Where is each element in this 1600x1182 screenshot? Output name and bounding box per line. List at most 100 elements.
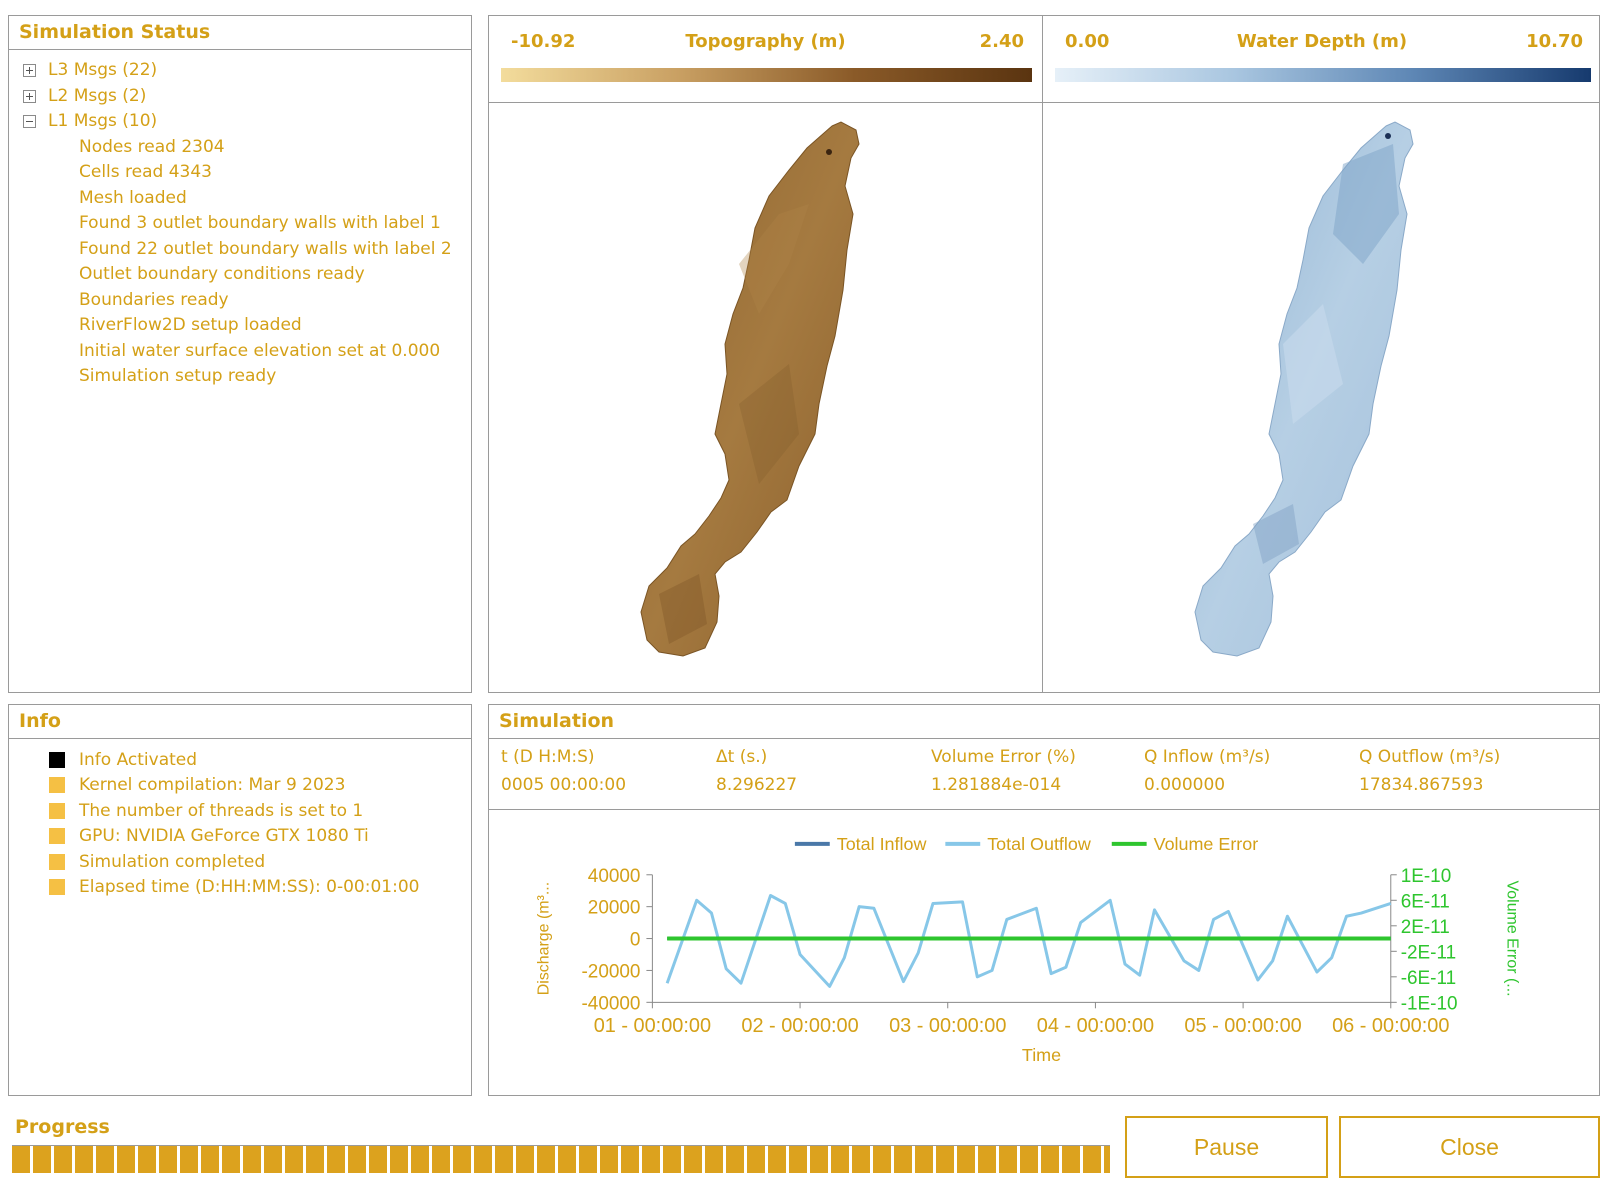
info-status-icon xyxy=(49,879,65,896)
info-item-text: Elapsed time (D:HH:MM:SS): 0-00:01:00 xyxy=(79,877,420,898)
x-tick-label: 02 - 00:00:00 xyxy=(741,1015,858,1037)
tree-message[interactable]: Boundaries ready xyxy=(9,288,471,314)
x-tick-label: 05 - 00:00:00 xyxy=(1184,1015,1301,1037)
progress-fill xyxy=(12,1146,1110,1173)
topography-color-ramp xyxy=(501,68,1032,82)
y-axis-title: Discharge (m³... xyxy=(536,882,553,995)
water-depth-title: Water Depth (m) xyxy=(1236,31,1408,52)
water-depth-view: 0.00 Water Depth (m) 10.70 xyxy=(1043,16,1599,692)
y-tick-label: -20000 xyxy=(581,961,640,982)
info-status-icon xyxy=(49,777,65,794)
y-tick-label: -40000 xyxy=(581,993,640,1014)
simulation-status-panel: Simulation Status L3 Msgs (22) L2 Msgs (… xyxy=(8,15,472,693)
topography-title: Topography (m) xyxy=(685,31,846,52)
info-status-icon xyxy=(49,828,65,845)
discharge-chart[interactable]: 40000 20000 0 -20000 -40000 1E-10 6E-11 2E-11 -2… xyxy=(489,811,1599,1095)
topography-view: -10.92 Topography (m) 2.40 xyxy=(489,16,1043,692)
tree-message[interactable]: RiverFlow2D setup loaded xyxy=(9,313,471,339)
pause-button[interactable]: Pause xyxy=(1125,1116,1328,1178)
topography-legend: -10.92 Topography (m) 2.40 xyxy=(489,16,1042,103)
info-item[interactable]: Info Activated xyxy=(9,747,471,773)
legend-label: Volume Error xyxy=(1154,834,1259,854)
info-item[interactable]: Elapsed time (D:HH:MM:SS): 0-00:01:00 xyxy=(9,875,471,901)
tree-message[interactable]: Found 22 outlet boundary walls with labe… xyxy=(9,237,471,263)
x-tick-label: 06 - 00:00:00 xyxy=(1332,1015,1449,1037)
close-button[interactable]: Close xyxy=(1339,1116,1600,1178)
tree-group-l3[interactable]: L3 Msgs (22) xyxy=(9,58,471,84)
legend-label: Total Outflow xyxy=(987,834,1091,854)
legend-label: Total Inflow xyxy=(837,834,927,854)
simulation-title: Simulation xyxy=(489,705,1599,739)
series-line-total-outflow xyxy=(665,894,1392,988)
y2-tick-label: -6E-11 xyxy=(1401,968,1456,989)
y-tick-label: 20000 xyxy=(588,898,641,919)
stat-q-inflow-header: Q Inflow (m³/s) xyxy=(1144,747,1271,767)
info-list[interactable]: Info Activated Kernel compilation: Mar 9… xyxy=(9,739,471,900)
expand-plus-icon[interactable] xyxy=(23,89,36,103)
tree-message[interactable]: Mesh loaded xyxy=(9,186,471,212)
water-depth-color-ramp xyxy=(1055,68,1591,82)
tree-group-l1[interactable]: L1 Msgs (10) xyxy=(9,109,471,135)
tree-message[interactable]: Found 3 outlet boundary walls with label… xyxy=(9,211,471,237)
tree-group-l2[interactable]: L2 Msgs (2) xyxy=(9,84,471,110)
stat-q-outflow-header: Q Outflow (m³/s) xyxy=(1359,747,1501,767)
info-status-icon xyxy=(49,802,65,819)
info-item-text: The number of threads is set to 1 xyxy=(79,800,364,821)
simulation-stats: t (D H:M:S) 0005 00:00:00 Δt (s.) 8.2962… xyxy=(489,739,1599,810)
info-item-text: Info Activated xyxy=(79,749,198,770)
tree-message[interactable]: Outlet boundary conditions ready xyxy=(9,262,471,288)
info-panel: Info Info Activated Kernel compilation: … xyxy=(8,704,472,1096)
y2-tick-label: 1E-10 xyxy=(1401,866,1452,887)
topography-map-shape xyxy=(640,121,860,657)
x-axis-title: Time xyxy=(1022,1045,1061,1065)
stat-dt-value: 8.296227 xyxy=(716,775,798,795)
info-item-text: Kernel compilation: Mar 9 2023 xyxy=(79,775,346,796)
topography-max: 2.40 xyxy=(979,31,1024,52)
tree-group-label: L3 Msgs (22) xyxy=(48,60,158,80)
tree-group-label: L2 Msgs (2) xyxy=(48,85,147,106)
tree-message[interactable]: Initial water surface elevation set at 0… xyxy=(9,339,471,365)
info-item[interactable]: Simulation completed xyxy=(9,849,471,875)
stat-volume-error-value: 1.281884e-014 xyxy=(931,775,1062,795)
collapse-minus-icon[interactable] xyxy=(23,115,36,129)
stat-time-value: 0005 00:00:00 xyxy=(501,775,627,795)
water-depth-max: 10.70 xyxy=(1526,31,1583,52)
water-depth-legend: 0.00 Water Depth (m) 10.70 xyxy=(1043,16,1599,103)
info-item[interactable]: GPU: NVIDIA GeForce GTX 1080 Ti xyxy=(9,824,471,850)
info-item[interactable]: Kernel compilation: Mar 9 2023 xyxy=(9,773,471,799)
info-status-icon xyxy=(49,853,65,870)
tree-group-label: L1 Msgs (10) xyxy=(48,111,158,131)
y2-tick-label: -2E-11 xyxy=(1401,942,1456,963)
stat-dt-header: Δt (s.) xyxy=(716,747,768,767)
y-tick-label: 40000 xyxy=(588,866,641,887)
x-tick-label: 01 - 00:00:00 xyxy=(594,1015,711,1037)
simulation-panel: Simulation t (D H:M:S) 0005 00:00:00 Δt … xyxy=(488,704,1600,1096)
stat-volume-error-header: Volume Error (%) xyxy=(931,747,1076,767)
y2-tick-label: -1E-10 xyxy=(1401,993,1458,1014)
tree-message[interactable]: Nodes read 2304 xyxy=(9,135,471,161)
maps-panel: -10.92 Topography (m) 2.40 0.00 Water De… xyxy=(488,15,1600,693)
simulation-status-title: Simulation Status xyxy=(9,16,471,50)
y2-tick-label: 2E-11 xyxy=(1401,917,1450,938)
y2-tick-label: 6E-11 xyxy=(1401,891,1450,912)
expand-plus-icon[interactable] xyxy=(23,64,36,78)
stat-time-header: t (D H:M:S) xyxy=(501,747,595,767)
tree-message[interactable]: Simulation setup ready xyxy=(9,364,471,390)
y-tick-label: 0 xyxy=(630,930,641,951)
info-title: Info xyxy=(9,705,471,739)
progress-label: Progress xyxy=(15,1116,110,1138)
info-item-text: GPU: NVIDIA GeForce GTX 1080 Ti xyxy=(79,826,369,847)
tree-message[interactable]: Cells read 4343 xyxy=(9,160,471,186)
stat-q-inflow-value: 0.000000 xyxy=(1144,775,1226,795)
water-depth-map-shape xyxy=(1194,121,1414,657)
stat-q-outflow-value: 17834.867593 xyxy=(1359,775,1484,795)
water-depth-map[interactable] xyxy=(1043,104,1599,692)
info-item-text: Simulation completed xyxy=(79,851,266,872)
topography-map[interactable] xyxy=(489,104,1042,692)
info-status-icon xyxy=(49,751,65,768)
x-tick-label: 03 - 00:00:00 xyxy=(889,1015,1006,1037)
status-tree[interactable]: L3 Msgs (22) L2 Msgs (2) L1 Msgs (10) No… xyxy=(9,50,471,390)
info-item[interactable]: The number of threads is set to 1 xyxy=(9,798,471,824)
progress-bar xyxy=(12,1145,1110,1173)
discharge-chart-svg: 40000 20000 0 -20000 -40000 1E-10 6E-11 2E-11 -2… xyxy=(536,834,1521,1065)
